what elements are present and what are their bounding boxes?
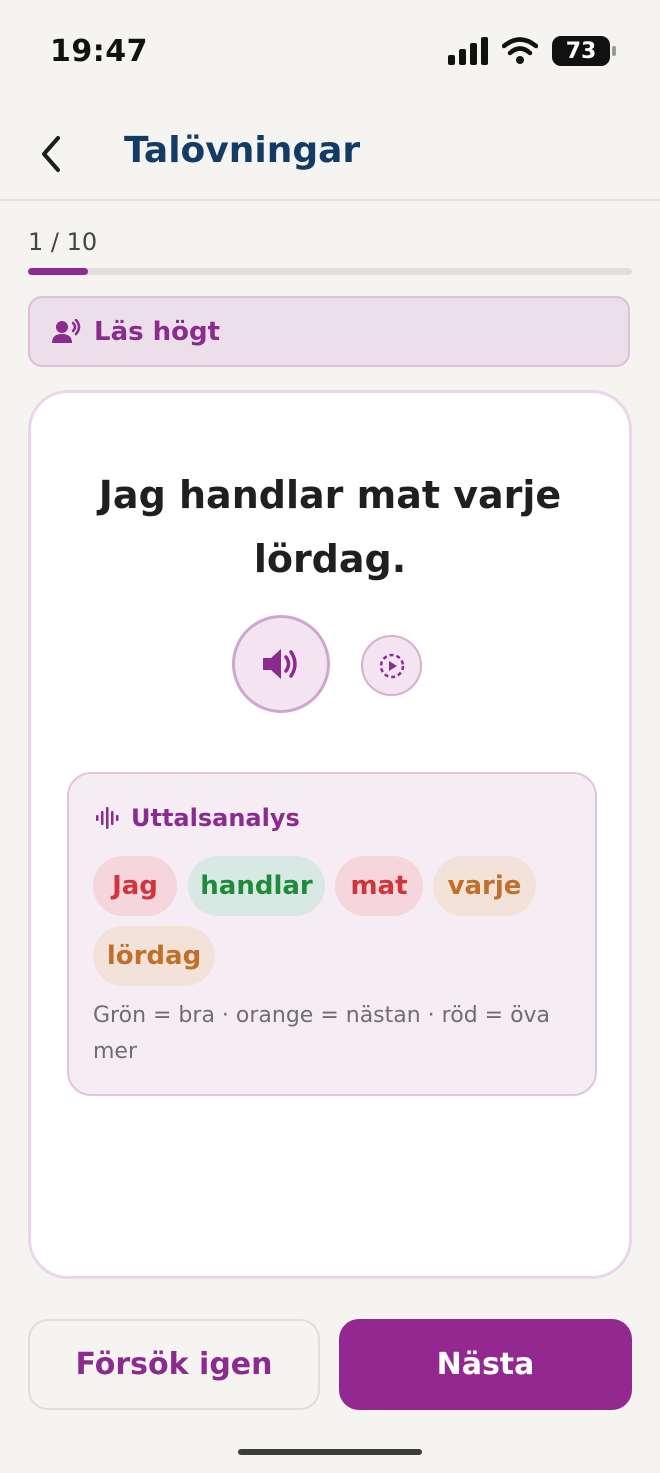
pronunciation-analysis: Uttalsanalys Jag handlar mat varje lörda… — [67, 772, 597, 1096]
wifi-icon — [502, 37, 538, 64]
word-chip[interactable]: handlar — [188, 856, 325, 916]
speaker-icon — [263, 649, 297, 679]
progress-bar — [28, 268, 632, 275]
status-icons: 73 — [448, 36, 616, 66]
word-chip[interactable]: lördag — [93, 926, 215, 986]
page-title: Talövningar — [124, 130, 361, 171]
color-legend: Grön = bra · orange = nästan · röd = öva… — [93, 1003, 551, 1064]
slow-play-icon — [379, 653, 404, 678]
exercise-counter: 1 / 10 — [28, 228, 98, 256]
header-divider — [0, 199, 660, 201]
retry-button[interactable]: Försök igen — [28, 1319, 320, 1410]
instruction-label: Läs högt — [94, 316, 221, 347]
next-button[interactable]: Nästa — [339, 1319, 632, 1410]
cellular-signal-icon — [448, 37, 488, 65]
analysis-title: Uttalsanalys — [131, 804, 300, 832]
target-sentence: Jag handlar mat varje lördag. — [98, 473, 562, 581]
instruction-banner: Läs högt — [28, 296, 630, 367]
analysis-header: Uttalsanalys — [95, 804, 300, 832]
back-button[interactable] — [32, 134, 72, 174]
waveform-icon — [96, 807, 119, 829]
chevron-left-icon — [42, 136, 60, 172]
home-indicator — [238, 1449, 422, 1455]
exercise-card: Jag handlar mat varje lördag. Uttalsanal… — [28, 390, 632, 1279]
speaking-person-icon — [52, 318, 81, 343]
word-chip[interactable]: Jag — [93, 856, 177, 916]
progress-fill — [28, 268, 89, 275]
play-audio-button[interactable] — [232, 615, 330, 713]
battery-indicator: 73 — [552, 36, 616, 66]
status-time: 19:47 — [50, 34, 148, 69]
slow-play-button[interactable] — [361, 635, 422, 696]
word-chip[interactable]: mat — [335, 856, 423, 916]
word-chip[interactable]: varje — [433, 856, 536, 916]
